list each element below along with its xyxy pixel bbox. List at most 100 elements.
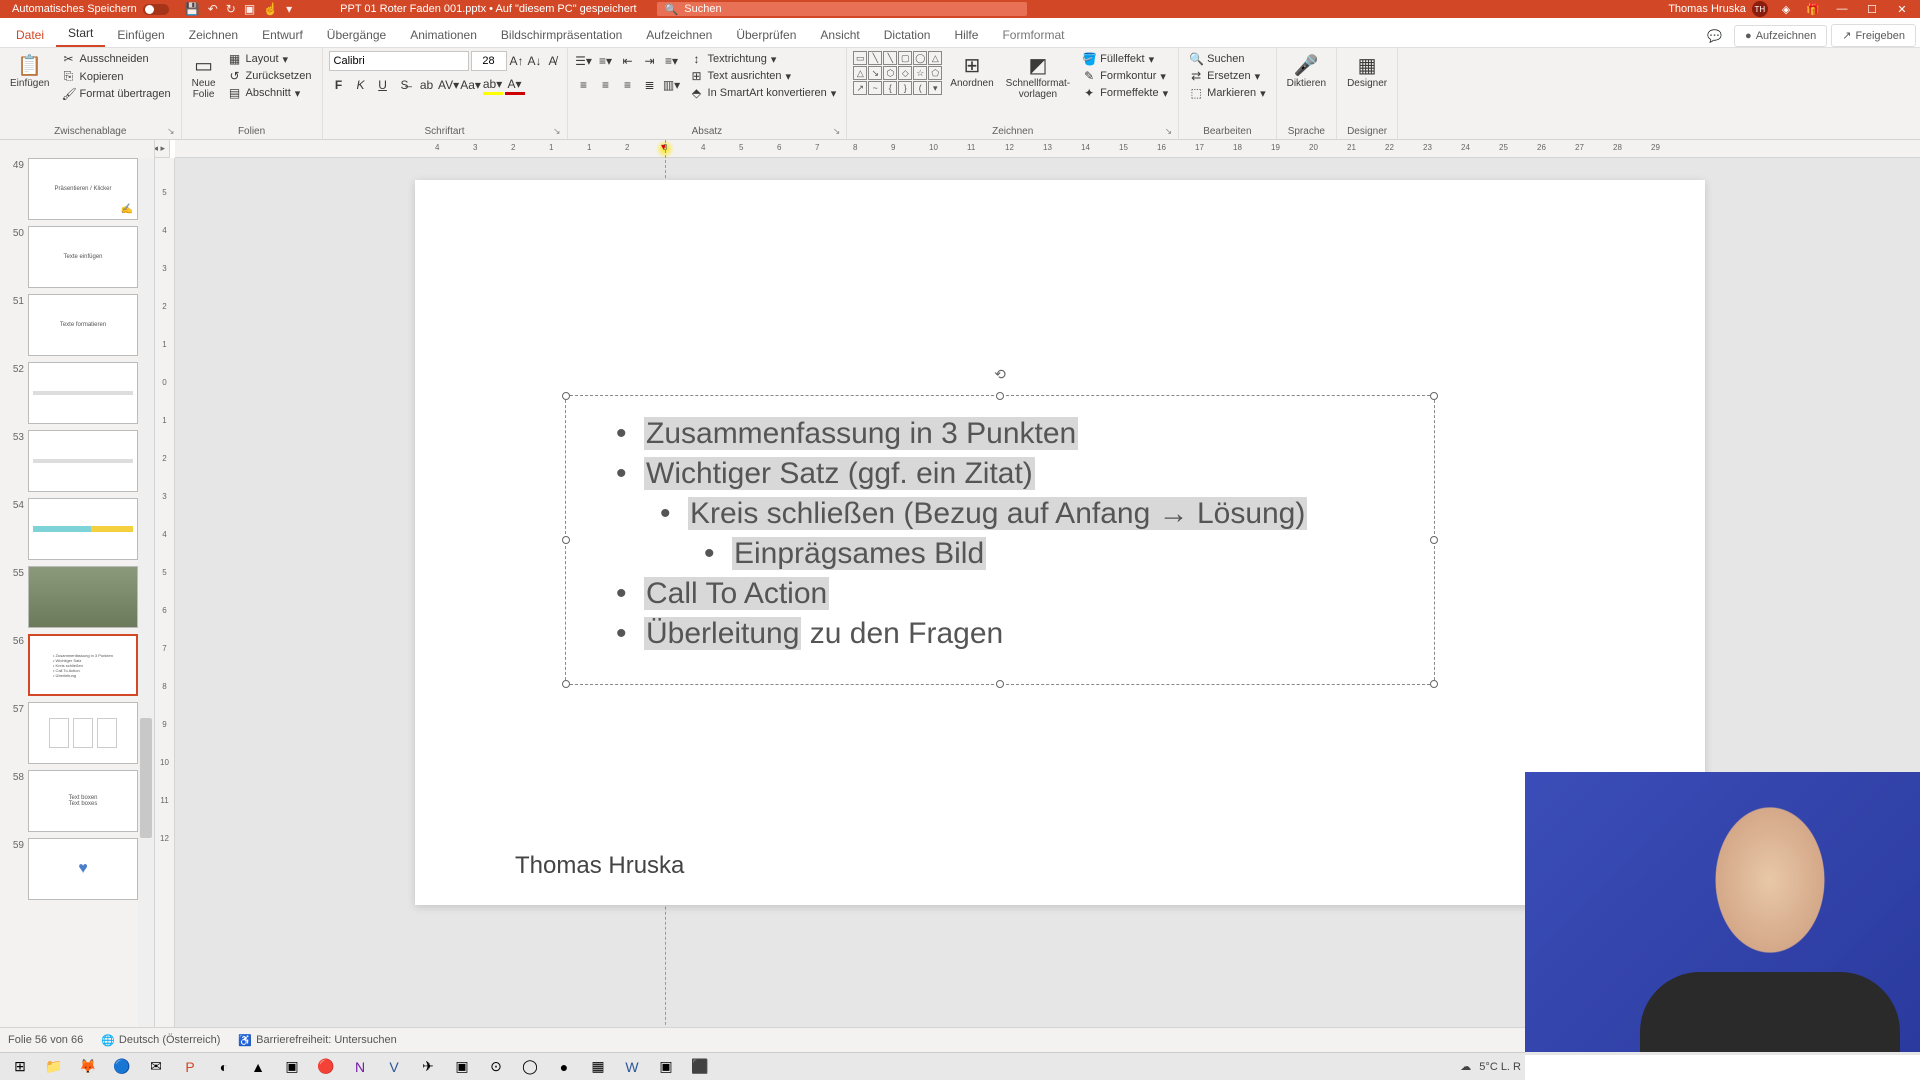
find-button[interactable]: 🔍Suchen <box>1185 51 1269 67</box>
thumbnails-scrollbar[interactable] <box>138 158 154 1055</box>
slide-canvas[interactable]: ⟲ Zusammenfassung in 3 Punkten Wichtiger… <box>415 180 1705 905</box>
resize-handle[interactable] <box>562 680 570 688</box>
thumbnail-52[interactable] <box>28 362 138 424</box>
resize-handle[interactable] <box>1430 680 1438 688</box>
minimize-icon[interactable]: — <box>1828 3 1856 16</box>
accessibility-checker[interactable]: ♿Barrierefreiheit: Untersuchen <box>238 1034 396 1047</box>
outlook-icon[interactable]: ✉ <box>140 1055 172 1079</box>
cut-button[interactable]: ✂Ausschneiden <box>57 51 174 67</box>
font-color-icon[interactable]: A▾ <box>505 75 525 95</box>
app-icon[interactable]: ◯ <box>514 1055 546 1079</box>
format-painter-button[interactable]: 🖌Format übertragen <box>57 86 174 102</box>
dictate-button[interactable]: 🎤Diktieren <box>1283 51 1330 91</box>
list-item[interactable]: Überleitung zu den Fragen <box>616 614 1404 654</box>
clear-format-icon[interactable]: A̸ <box>545 51 561 71</box>
tab-transitions[interactable]: Übergänge <box>315 22 398 47</box>
line-spacing-icon[interactable]: ≡▾ <box>662 51 682 71</box>
autosave-toggle[interactable]: Automatisches Speichern <box>4 3 177 15</box>
align-left-icon[interactable]: ≡ <box>574 75 594 95</box>
quick-styles-button[interactable]: ◩Schnellformat- vorlagen <box>1002 51 1074 102</box>
list-item[interactable]: Einprägsames Bild <box>704 534 1404 574</box>
tab-review[interactable]: Überprüfen <box>724 22 808 47</box>
bullets-icon[interactable]: ☰▾ <box>574 51 594 71</box>
select-button[interactable]: ⬚Markieren ▾ <box>1185 85 1269 101</box>
tab-shape-format[interactable]: Formformat <box>990 22 1076 47</box>
resize-handle[interactable] <box>1430 536 1438 544</box>
thumbnail-53[interactable] <box>28 430 138 492</box>
list-item[interactable]: Call To Action <box>616 574 1404 614</box>
highlight-icon[interactable]: ab▾ <box>483 75 503 95</box>
diamond-icon[interactable]: ◈ <box>1774 3 1798 16</box>
font-name-input[interactable] <box>329 51 469 71</box>
chrome-icon[interactable]: 🔵 <box>106 1055 138 1079</box>
maximize-icon[interactable]: ☐ <box>1858 3 1886 16</box>
justify-icon[interactable]: ≣ <box>640 75 660 95</box>
slide-counter[interactable]: Folie 56 von 66 <box>8 1034 83 1046</box>
app-icon[interactable]: ▣ <box>446 1055 478 1079</box>
bullet-list[interactable]: Zusammenfassung in 3 Punkten Wichtiger S… <box>566 396 1434 664</box>
search-input[interactable] <box>684 3 1018 15</box>
visio-icon[interactable]: V <box>378 1055 410 1079</box>
resize-handle[interactable] <box>996 392 1004 400</box>
thumbnail-58[interactable]: Text boxen Text boxes <box>28 770 138 832</box>
firefox-icon[interactable]: 🦊 <box>72 1055 104 1079</box>
thumbnail-54[interactable] <box>28 498 138 560</box>
qat-more-icon[interactable]: ▾ <box>286 2 292 16</box>
clipboard-launcher-icon[interactable]: ↘ <box>167 126 175 137</box>
paragraph-launcher-icon[interactable]: ↘ <box>833 126 841 137</box>
arrange-button[interactable]: ⊞Anordnen <box>946 51 997 91</box>
explorer-icon[interactable]: 📁 <box>38 1055 70 1079</box>
bold-icon[interactable]: F <box>329 75 349 95</box>
align-center-icon[interactable]: ≡ <box>596 75 616 95</box>
horizontal-ruler[interactable]: 4321123456789101112131415161718192021222… <box>175 140 1920 158</box>
italic-icon[interactable]: K <box>351 75 371 95</box>
tab-animations[interactable]: Animationen <box>398 22 489 47</box>
vertical-ruler[interactable]: 543210123456789101112 <box>155 158 175 1055</box>
vlc-icon[interactable]: ▲ <box>242 1055 274 1079</box>
new-slide-button[interactable]: ▭ Neue Folie <box>188 51 220 102</box>
strike-icon[interactable]: S̶ <box>395 75 415 95</box>
resize-handle[interactable] <box>996 680 1004 688</box>
smartart-button[interactable]: ⬘In SmartArt konvertieren ▾ <box>686 85 841 101</box>
tab-slideshow[interactable]: Bildschirmpräsentation <box>489 22 634 47</box>
columns-icon[interactable]: ▥▾ <box>662 75 682 95</box>
record-button[interactable]: ●Aufzeichnen <box>1734 25 1827 47</box>
paste-button[interactable]: 📋 Einfügen <box>6 51 53 91</box>
resize-handle[interactable] <box>562 536 570 544</box>
system-tray[interactable]: ☁ 5°C L. R <box>1460 1060 1521 1073</box>
telegram-icon[interactable]: ✈ <box>412 1055 444 1079</box>
slide-thumbnails-panel[interactable]: 49Präsentieren / Klicker✍ 50Texte einfüg… <box>0 140 155 1055</box>
word-icon[interactable]: W <box>616 1055 648 1079</box>
font-grow-icon[interactable]: A↑ <box>509 51 525 71</box>
drawing-launcher-icon[interactable]: ↘ <box>1165 126 1173 137</box>
comments-icon[interactable]: 💬 <box>1699 25 1730 47</box>
redo-icon[interactable]: ↻ <box>226 2 236 16</box>
app-icon[interactable]: ▦ <box>582 1055 614 1079</box>
tab-draw[interactable]: Zeichnen <box>177 22 250 47</box>
tab-help[interactable]: Hilfe <box>942 22 990 47</box>
present-icon[interactable]: ▣ <box>244 2 255 16</box>
language-indicator[interactable]: 🌐Deutsch (Österreich) <box>101 1034 220 1047</box>
powerpoint-icon[interactable]: P <box>174 1055 206 1079</box>
obs-icon[interactable]: ⬛ <box>684 1055 716 1079</box>
numbering-icon[interactable]: ≡▾ <box>596 51 616 71</box>
list-item[interactable]: Kreis schließen (Bezug auf Anfang → Lösu… <box>660 494 1404 534</box>
tab-file[interactable]: Datei <box>4 22 56 47</box>
shape-outline-button[interactable]: ✎Formkontur ▾ <box>1078 68 1172 84</box>
section-button[interactable]: ▤Abschnitt ▾ <box>224 85 316 101</box>
tab-view[interactable]: Ansicht <box>808 22 871 47</box>
coming-soon-icon[interactable]: 🎁 <box>1798 3 1828 16</box>
text-direction-button[interactable]: ↕Textrichtung ▾ <box>686 51 841 67</box>
tab-record[interactable]: Aufzeichnen <box>634 22 724 47</box>
thumbnail-56[interactable]: • Zusammenfassung in 3 Punkten • Wichtig… <box>28 634 138 696</box>
indent-dec-icon[interactable]: ⇤ <box>618 51 638 71</box>
app-icon[interactable]: ● <box>548 1055 580 1079</box>
thumbnail-51[interactable]: Texte formatieren <box>28 294 138 356</box>
replace-button[interactable]: ⇄Ersetzen ▾ <box>1185 68 1269 84</box>
tab-start[interactable]: Start <box>56 20 105 47</box>
thumbnail-50[interactable]: Texte einfügen <box>28 226 138 288</box>
indent-inc-icon[interactable]: ⇥ <box>640 51 660 71</box>
document-title[interactable]: PPT 01 Roter Faden 001.pptx • Auf "diese… <box>340 3 636 15</box>
font-launcher-icon[interactable]: ↘ <box>553 126 561 137</box>
touch-icon[interactable]: ☝ <box>263 2 278 16</box>
